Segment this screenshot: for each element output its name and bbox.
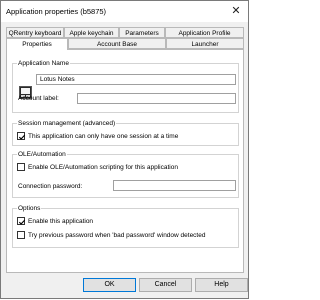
try-previous-password-label: Try previous password when 'bad password… [28, 231, 206, 239]
tab-qrentry-keyboard[interactable]: QRentry keyboard [6, 27, 64, 38]
options-group: Options Enable this application Try prev… [12, 204, 239, 248]
single-session-label: This application can only have one sessi… [28, 132, 179, 140]
tab-parameters[interactable]: Parameters [119, 27, 165, 38]
properties-dialog: Application properties (b5875) ✕ QRentry… [0, 0, 249, 299]
single-session-checkbox[interactable] [17, 132, 26, 140]
session-management-legend: Session management (advanced) [17, 119, 117, 128]
connection-password-field[interactable] [113, 180, 236, 191]
try-previous-password-checkbox[interactable] [17, 231, 25, 239]
checkmark-icon [18, 134, 26, 140]
properties-panel: Application Name Lotus Notes Account lab… [6, 49, 244, 273]
tab-properties[interactable]: Properties [6, 38, 68, 50]
enable-application-label: Enable this application [28, 217, 94, 225]
title-bar: Application properties (b5875) ✕ [1, 1, 248, 22]
application-name-field[interactable]: Lotus Notes [36, 74, 236, 85]
tab-apple-keychain[interactable]: Apple keychain [64, 27, 119, 38]
connection-password-label: Connection password: [18, 183, 83, 190]
options-legend: Options [17, 204, 42, 213]
session-management-group: Session management (advanced) This appli… [12, 119, 239, 146]
ole-automation-legend: OLE/Automation [17, 150, 67, 159]
account-label-text: Account label: [18, 95, 59, 102]
enable-ole-checkbox[interactable] [17, 163, 25, 171]
ok-button[interactable]: OK [83, 278, 136, 292]
checkmark-icon [18, 219, 26, 225]
ole-automation-group: OLE/Automation Enable OLE/Automation scr… [12, 150, 239, 198]
tab-launcher[interactable]: Launcher [166, 38, 244, 49]
enable-ole-label: Enable OLE/Automation scripting for this… [28, 163, 178, 171]
close-icon[interactable]: ✕ [229, 4, 243, 18]
account-label-field[interactable] [77, 93, 236, 104]
application-name-legend: Application Name [17, 59, 70, 68]
cancel-button[interactable]: Cancel [139, 278, 192, 292]
help-button[interactable]: Help [195, 278, 248, 292]
tab-account-base[interactable]: Account Base [68, 38, 166, 49]
enable-application-checkbox[interactable] [17, 217, 26, 225]
application-name-group: Application Name Lotus Notes Account lab… [12, 59, 239, 113]
tab-application-profile[interactable]: Application Profile [165, 27, 244, 38]
window-title: Application properties (b5875) [6, 7, 107, 16]
